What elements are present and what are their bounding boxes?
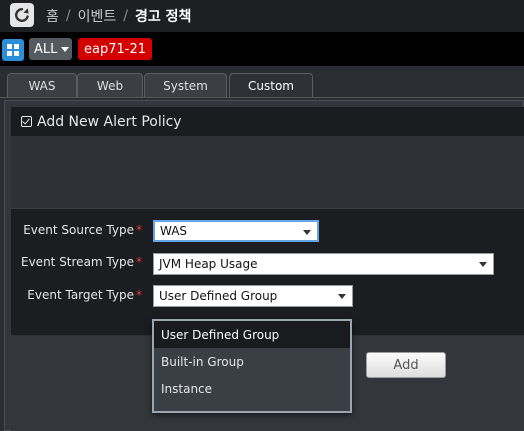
required-mark: * (136, 223, 142, 237)
event-source-value: WAS (160, 224, 188, 238)
breadcrumb-home[interactable]: 홈 (46, 6, 59, 26)
event-source-label-text: Event Source Type (23, 223, 134, 237)
dropdown-option-instance[interactable]: Instance (154, 375, 350, 402)
breadcrumb-section[interactable]: 이벤트 (78, 6, 117, 26)
event-source-label: Event Source Type * (2, 223, 142, 237)
event-target-select[interactable]: User Defined Group (153, 285, 353, 307)
dropdown-option-user-defined-group[interactable]: User Defined Group (154, 321, 350, 348)
event-target-value: User Defined Group (159, 289, 278, 303)
checkbox-icon (21, 116, 32, 127)
event-source-select[interactable]: WAS (153, 220, 319, 242)
tab-was[interactable]: WAS (7, 73, 77, 98)
event-stream-label: Event Stream Type * (2, 255, 142, 269)
dropdown-option-built-in-group[interactable]: Built-in Group (154, 348, 350, 375)
add-button[interactable]: Add (366, 352, 446, 378)
scope-label: ALL (34, 41, 58, 57)
breadcrumb-current: 경고 정책 (134, 9, 192, 25)
tab-web[interactable]: Web (77, 73, 143, 98)
event-stream-select[interactable]: JVM Heap Usage (153, 253, 494, 275)
panel-title: Add New Alert Policy (37, 113, 182, 130)
chevron-down-icon (61, 46, 70, 52)
required-mark: * (136, 255, 142, 269)
app-grid-button[interactable] (2, 39, 24, 61)
scope-dropdown[interactable]: ALL (29, 38, 72, 60)
chevron-down-icon (303, 230, 311, 235)
panel-header: Add New Alert Policy (11, 107, 524, 136)
chevron-down-icon (479, 262, 487, 267)
refresh-button[interactable] (10, 3, 34, 27)
tab-divider (0, 97, 524, 98)
grid-icon (7, 44, 19, 56)
event-target-label-text: Event Target Type (27, 288, 134, 302)
required-mark: * (136, 288, 142, 302)
refresh-icon (15, 7, 29, 22)
breadcrumb-separator: / (65, 8, 71, 24)
event-target-dropdown-list: User Defined Group Built-in Group Instan… (152, 319, 352, 413)
chevron-down-icon (338, 294, 346, 299)
breadcrumb-separator: / (123, 8, 128, 24)
event-stream-label-text: Event Stream Type (21, 255, 134, 269)
tab-system[interactable]: System (144, 73, 227, 98)
event-target-label: Event Target Type * (2, 288, 142, 302)
agent-badge[interactable]: eap71-21 (78, 38, 152, 60)
event-stream-value: JVM Heap Usage (159, 257, 258, 271)
breadcrumb: 홈 / 이벤트 / 경고 정책 (46, 6, 191, 26)
tab-custom[interactable]: Custom (229, 73, 313, 98)
